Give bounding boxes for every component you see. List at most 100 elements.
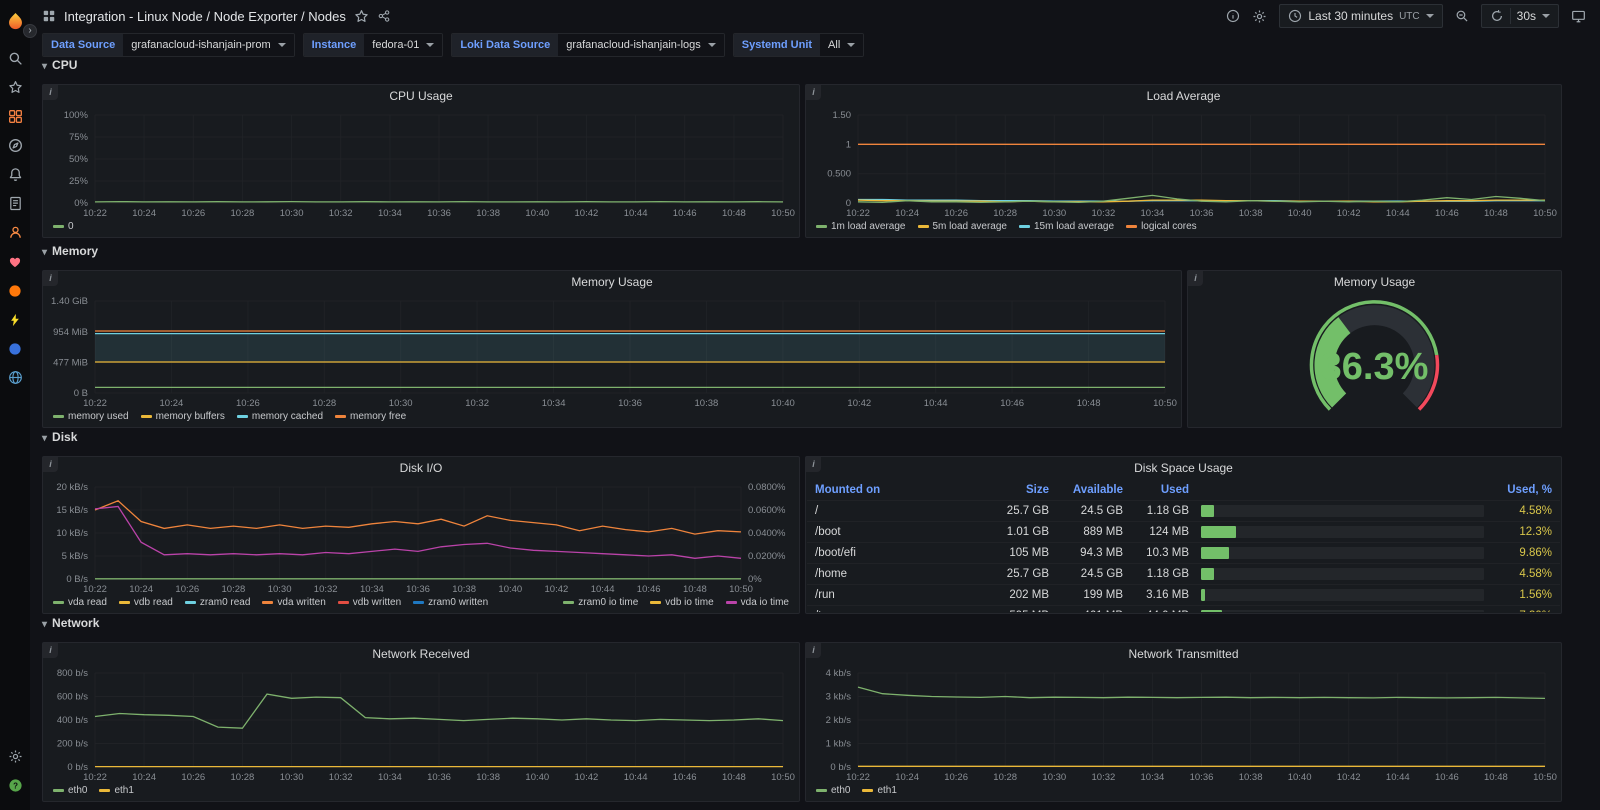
sidebar-item-alerting[interactable] bbox=[0, 160, 30, 189]
panel-info-icon[interactable] bbox=[806, 643, 821, 658]
dashboard-info-icon[interactable] bbox=[1226, 9, 1240, 23]
row-header-memory[interactable]: Memory bbox=[42, 243, 98, 259]
legend-item[interactable]: 15m load average bbox=[1019, 221, 1114, 232]
legend-item[interactable]: vdb io time bbox=[650, 597, 713, 608]
star-dashboard-icon[interactable] bbox=[354, 9, 369, 24]
row-header-cpu[interactable]: CPU bbox=[42, 57, 77, 73]
filter-value-dropdown[interactable]: All bbox=[820, 34, 863, 56]
svg-text:10:40: 10:40 bbox=[525, 208, 549, 219]
sidebar-item-search[interactable] bbox=[0, 44, 30, 73]
legend-item[interactable]: memory cached bbox=[237, 411, 323, 422]
panel-title[interactable]: CPU Usage bbox=[43, 85, 799, 107]
panel-title[interactable]: Memory Usage bbox=[43, 271, 1181, 293]
network-received-chart[interactable]: 10:2210:2410:2610:2810:3010:3210:3410:36… bbox=[45, 665, 797, 799]
legend-item[interactable]: memory buffers bbox=[141, 411, 225, 422]
row-header-network[interactable]: Network bbox=[42, 615, 99, 631]
share-dashboard-icon[interactable] bbox=[377, 9, 391, 23]
panel-info-icon[interactable] bbox=[806, 457, 821, 472]
legend-item[interactable]: zram0 read bbox=[185, 597, 251, 608]
panel-info-icon[interactable] bbox=[43, 85, 58, 100]
disk-io-chart[interactable]: 10:2210:2410:2610:2810:3010:3210:3410:36… bbox=[45, 479, 797, 611]
panel-title[interactable]: Load Average bbox=[806, 85, 1561, 107]
panel-title[interactable]: Disk I/O bbox=[43, 457, 799, 479]
memory-usage-gauge[interactable]: 36.3% bbox=[1190, 293, 1559, 425]
row-header-disk[interactable]: Disk bbox=[42, 429, 77, 445]
panel-info-icon[interactable] bbox=[806, 85, 821, 100]
panel-info-icon[interactable] bbox=[43, 271, 58, 286]
legend-item[interactable]: eth0 bbox=[53, 785, 87, 796]
sidebar-item-dashboards[interactable] bbox=[0, 102, 30, 131]
legend-item[interactable]: memory used bbox=[53, 411, 129, 422]
legend-item[interactable]: 0 bbox=[53, 221, 74, 232]
legend-item[interactable]: eth1 bbox=[862, 785, 896, 796]
svg-text:10:34: 10:34 bbox=[360, 584, 384, 595]
sidebar-item-plugin-orange-app[interactable] bbox=[0, 276, 30, 305]
series-color-swatch bbox=[185, 601, 196, 604]
table-row[interactable]: /25.7 GB24.5 GB1.18 GB4.58% bbox=[807, 501, 1560, 522]
refresh-icon[interactable] bbox=[1490, 9, 1504, 23]
col-header-available[interactable]: Available bbox=[1049, 484, 1123, 496]
col-header-size[interactable]: Size bbox=[985, 484, 1049, 496]
sidebar-item-documents[interactable] bbox=[0, 189, 30, 218]
zoom-out-icon[interactable] bbox=[1455, 9, 1469, 23]
col-header-mounted-on[interactable]: Mounted on bbox=[815, 484, 985, 496]
documents-icon bbox=[8, 196, 23, 211]
filter-systemd-unit: Systemd UnitAll bbox=[733, 33, 865, 57]
dashboard-settings-icon[interactable] bbox=[1252, 9, 1267, 24]
panel-info-icon[interactable] bbox=[43, 457, 58, 472]
filter-value-dropdown[interactable]: fedora-01 bbox=[364, 34, 442, 56]
panel-info-icon[interactable] bbox=[43, 643, 58, 658]
legend-item[interactable]: 1m load average bbox=[816, 221, 906, 232]
sidebar-item-users[interactable] bbox=[0, 218, 30, 247]
table-row[interactable]: /run202 MB199 MB3.16 MB1.56% bbox=[807, 585, 1560, 606]
sidebar-item-plugin-blue-app[interactable] bbox=[0, 334, 30, 363]
legend-item[interactable]: vdb written bbox=[338, 597, 401, 608]
panel-title[interactable]: Network Transmitted bbox=[806, 643, 1561, 665]
legend-item[interactable]: 5m load average bbox=[918, 221, 1008, 232]
legend-item[interactable]: vda written bbox=[262, 597, 325, 608]
panel-title[interactable]: Disk Space Usage bbox=[806, 457, 1561, 479]
breadcrumb[interactable]: Integration - Linux Node / Node Exporter… bbox=[64, 9, 346, 24]
legend-item[interactable]: eth0 bbox=[816, 785, 850, 796]
refresh-picker[interactable]: 30s bbox=[1481, 4, 1559, 28]
legend-item[interactable]: eth1 bbox=[99, 785, 133, 796]
tv-mode-icon[interactable] bbox=[1571, 9, 1586, 24]
col-header-used[interactable]: Used bbox=[1123, 484, 1189, 496]
panel-info-icon[interactable] bbox=[1188, 271, 1203, 286]
panel-title[interactable]: Network Received bbox=[43, 643, 799, 665]
col-header-used-pct[interactable]: Used, % bbox=[1496, 484, 1552, 496]
sidebar: ? bbox=[0, 0, 30, 810]
sidebar-item-plugin-web[interactable] bbox=[0, 363, 30, 392]
table-row[interactable]: /home25.7 GB24.5 GB1.18 GB4.58% bbox=[807, 564, 1560, 585]
svg-text:36.3%: 36.3% bbox=[1321, 346, 1429, 388]
table-row[interactable]: /boot/efi105 MB94.3 MB10.3 MB9.86% bbox=[807, 543, 1560, 564]
legend-item[interactable]: vda read bbox=[53, 597, 107, 608]
legend-item[interactable]: zram0 io time bbox=[563, 597, 638, 608]
legend-item[interactable]: memory free bbox=[335, 411, 406, 422]
legend-item[interactable]: logical cores bbox=[1126, 221, 1197, 232]
cpu-usage-chart[interactable]: 10:2210:2410:2610:2810:3010:3210:3410:36… bbox=[45, 107, 797, 235]
memory-usage-chart[interactable]: 10:2210:2410:2610:2810:3010:3210:3410:36… bbox=[45, 293, 1179, 425]
table-row[interactable]: /boot1.01 GB889 MB124 MB12.3% bbox=[807, 522, 1560, 543]
legend-item[interactable]: zram0 written bbox=[413, 597, 488, 608]
panel-title[interactable]: Memory Usage bbox=[1188, 271, 1561, 293]
panel-memory-usage: Memory Usage 10:2210:2410:2610:2810:3010… bbox=[42, 270, 1182, 428]
sidebar-item-plugin-health[interactable] bbox=[0, 247, 30, 276]
sidebar-item-configuration[interactable] bbox=[0, 742, 30, 771]
legend-item[interactable]: vda io time bbox=[726, 597, 789, 608]
time-range-picker[interactable]: Last 30 minutes UTC bbox=[1279, 4, 1442, 28]
table-row[interactable]: /tmp595 MB461 MB44.0 MB7.39% bbox=[807, 606, 1560, 612]
sidebar-expand-button[interactable] bbox=[23, 24, 37, 38]
legend-item[interactable]: vdb read bbox=[119, 597, 173, 608]
sidebar-item-help[interactable]: ? bbox=[0, 771, 30, 800]
filter-value-dropdown[interactable]: grafanacloud-ishanjain-logs bbox=[558, 34, 724, 56]
sidebar-item-explore[interactable] bbox=[0, 131, 30, 160]
sidebar-item-plugin-lightning[interactable] bbox=[0, 305, 30, 334]
load-average-chart[interactable]: 10:2210:2410:2610:2810:3010:3210:3410:36… bbox=[808, 107, 1559, 235]
sidebar-item-starred[interactable] bbox=[0, 73, 30, 102]
network-transmitted-chart[interactable]: 10:2210:2410:2610:2810:3010:3210:3410:36… bbox=[808, 665, 1559, 799]
svg-text:954 MiB: 954 MiB bbox=[53, 327, 88, 338]
filter-value-dropdown[interactable]: grafanacloud-ishanjain-prom bbox=[123, 34, 293, 56]
svg-text:0%: 0% bbox=[748, 574, 762, 585]
refresh-interval-label[interactable]: 30s bbox=[1517, 9, 1536, 23]
